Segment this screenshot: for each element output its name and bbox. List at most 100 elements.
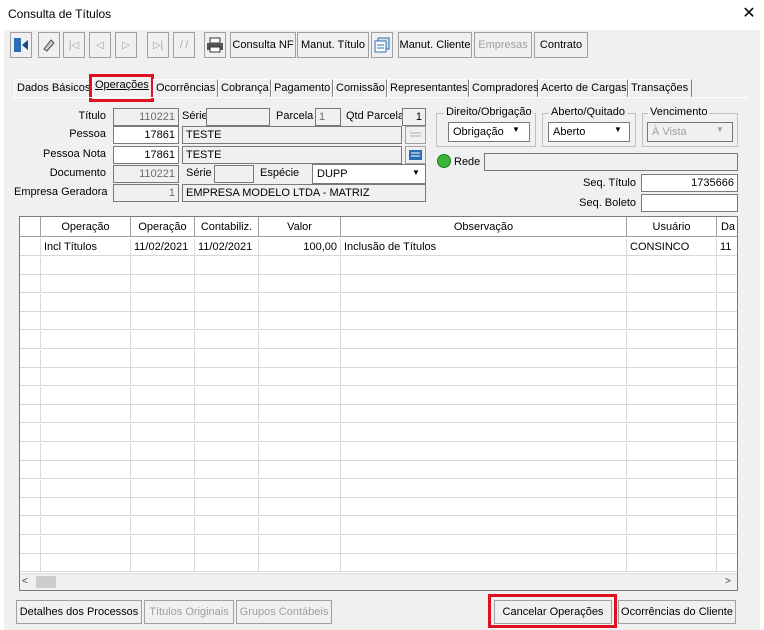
tab-ocorrencias[interactable]: Ocorrências xyxy=(153,79,218,98)
seq-titulo-field[interactable]: 1735666 xyxy=(641,174,738,192)
table-row[interactable] xyxy=(20,498,737,517)
table-cell xyxy=(131,479,195,498)
operations-grid[interactable]: Operação Operação Contabiliz. Valor Obse… xyxy=(19,216,738,591)
tab-compradores[interactable]: Compradores xyxy=(469,79,539,98)
serie-field[interactable] xyxy=(206,108,270,126)
table-row[interactable] xyxy=(20,349,737,368)
table-cell xyxy=(20,479,41,498)
table-row[interactable] xyxy=(20,442,737,461)
seq-boleto-field[interactable] xyxy=(641,194,738,212)
pessoa-details-icon[interactable] xyxy=(405,126,426,144)
table-cell xyxy=(20,535,41,554)
search-record-icon[interactable]: / / xyxy=(173,32,195,58)
col-observacao[interactable]: Observação xyxy=(341,217,627,237)
tab-acerto-de-cargas[interactable]: Acerto de Cargas xyxy=(538,79,628,98)
pessoa-nota-details-icon[interactable] xyxy=(405,146,426,164)
scroll-thumb[interactable] xyxy=(36,576,56,588)
table-row[interactable] xyxy=(20,312,737,331)
grupos-contabeis-button[interactable]: Grupos Contábeis xyxy=(236,600,332,624)
table-row[interactable] xyxy=(20,386,737,405)
pessoa-nota-code-field[interactable]: 17861 xyxy=(113,146,179,164)
tab-pagamento[interactable]: Pagamento xyxy=(271,79,333,98)
table-cell xyxy=(717,405,737,423)
col-contabiliz[interactable]: Contabiliz. xyxy=(195,217,259,237)
chevron-down-icon[interactable]: ▼ xyxy=(512,125,520,134)
table-cell xyxy=(717,257,737,275)
scroll-left-icon[interactable]: < xyxy=(22,576,28,587)
col-valor[interactable]: Valor xyxy=(259,217,341,237)
vencimento-value: À Vista xyxy=(652,126,687,138)
chevron-down-icon[interactable]: ▼ xyxy=(716,125,724,134)
last-record-icon[interactable]: ▷| xyxy=(147,32,169,58)
table-cell xyxy=(195,312,259,331)
table-cell xyxy=(259,517,341,535)
parcela-field[interactable]: 1 xyxy=(315,108,341,126)
documento-field[interactable]: 110221 xyxy=(113,165,179,183)
table-row[interactable] xyxy=(20,256,737,275)
tab-comissao[interactable]: Comissão xyxy=(333,79,387,98)
table-cell xyxy=(341,256,627,275)
horizontal-scrollbar[interactable]: < > xyxy=(20,573,737,590)
col-data[interactable]: Da xyxy=(717,217,737,237)
eraser-icon[interactable] xyxy=(38,32,60,58)
ocorrencias-cliente-button[interactable]: Ocorrências do Cliente xyxy=(618,600,736,624)
table-cell xyxy=(259,498,341,517)
col-operacao[interactable]: Operação xyxy=(41,217,131,237)
next-record-icon[interactable]: ▷ xyxy=(115,32,137,58)
manut-cliente-button[interactable]: Manut. Cliente xyxy=(398,32,472,58)
serie2-field[interactable] xyxy=(214,165,254,183)
table-cell xyxy=(131,256,195,275)
table-row[interactable] xyxy=(20,554,737,573)
tab-cobranca[interactable]: Cobrança xyxy=(218,79,271,98)
scroll-right-icon[interactable]: > xyxy=(725,576,731,587)
first-record-icon[interactable]: |◁ xyxy=(63,32,85,58)
empresas-button[interactable]: Empresas xyxy=(474,32,532,58)
table-row[interactable] xyxy=(20,424,737,442)
grid-header-indicator xyxy=(20,217,41,237)
table-cell xyxy=(41,498,131,517)
detalhes-processos-button[interactable]: Detalhes dos Processos xyxy=(16,600,142,624)
chevron-down-icon[interactable]: ▼ xyxy=(408,166,424,182)
pessoa-nota-label: Pessoa Nota xyxy=(43,148,106,160)
col-usuario[interactable]: Usuário xyxy=(627,217,717,237)
rede-label: Rede xyxy=(454,156,481,168)
table-cell xyxy=(627,331,717,349)
titulo-field[interactable]: 110221 xyxy=(113,108,179,126)
table-row[interactable]: Incl Títulos 11/02/2021 11/02/2021 100,00 In… xyxy=(20,238,737,256)
table-cell xyxy=(341,275,627,294)
table-row[interactable] xyxy=(20,405,737,424)
previous-record-icon[interactable]: ◁ xyxy=(89,32,111,58)
col-operacao-data[interactable]: Operação xyxy=(131,217,195,237)
table-row[interactable] xyxy=(20,461,737,480)
table-row[interactable] xyxy=(20,368,737,387)
qtd-parcela-field[interactable]: 1 xyxy=(402,108,426,126)
pessoa-code-field[interactable]: 17861 xyxy=(113,126,179,144)
chevron-down-icon[interactable]: ▼ xyxy=(614,125,622,134)
titulos-originais-button[interactable]: Títulos Originais xyxy=(144,600,234,624)
table-row[interactable] xyxy=(20,331,737,349)
consulta-nf-button[interactable]: Consulta NF xyxy=(230,32,296,58)
tab-representantes[interactable]: Representantes xyxy=(387,79,469,98)
empresa-name-field[interactable]: EMPRESA MODELO LTDA - MATRIZ xyxy=(182,184,426,202)
table-row[interactable] xyxy=(20,293,737,312)
rede-field[interactable] xyxy=(484,153,738,171)
close-icon[interactable]: ✕ xyxy=(740,4,758,24)
table-row[interactable] xyxy=(20,535,737,554)
table-row[interactable] xyxy=(20,479,737,498)
manut-titulo-button[interactable]: Manut. Título xyxy=(297,32,369,58)
pessoa-name-field[interactable]: TESTE xyxy=(182,126,402,144)
table-cell xyxy=(131,498,195,517)
table-cell xyxy=(259,349,341,368)
contrato-button[interactable]: Contrato xyxy=(534,32,588,58)
table-cell xyxy=(259,293,341,312)
table-row[interactable] xyxy=(20,275,737,294)
tab-dados-basicos[interactable]: Dados Básicos xyxy=(14,79,92,98)
exit-icon[interactable] xyxy=(10,32,32,58)
table-row[interactable] xyxy=(20,517,737,535)
printer-icon[interactable] xyxy=(204,32,226,58)
document-icon[interactable] xyxy=(371,32,393,58)
table-cell: CONSINCO xyxy=(627,238,717,256)
tab-transacoes[interactable]: Transações xyxy=(628,79,692,98)
pessoa-nota-name-field[interactable]: TESTE xyxy=(182,146,402,164)
empresa-code-field[interactable]: 1 xyxy=(113,184,179,202)
